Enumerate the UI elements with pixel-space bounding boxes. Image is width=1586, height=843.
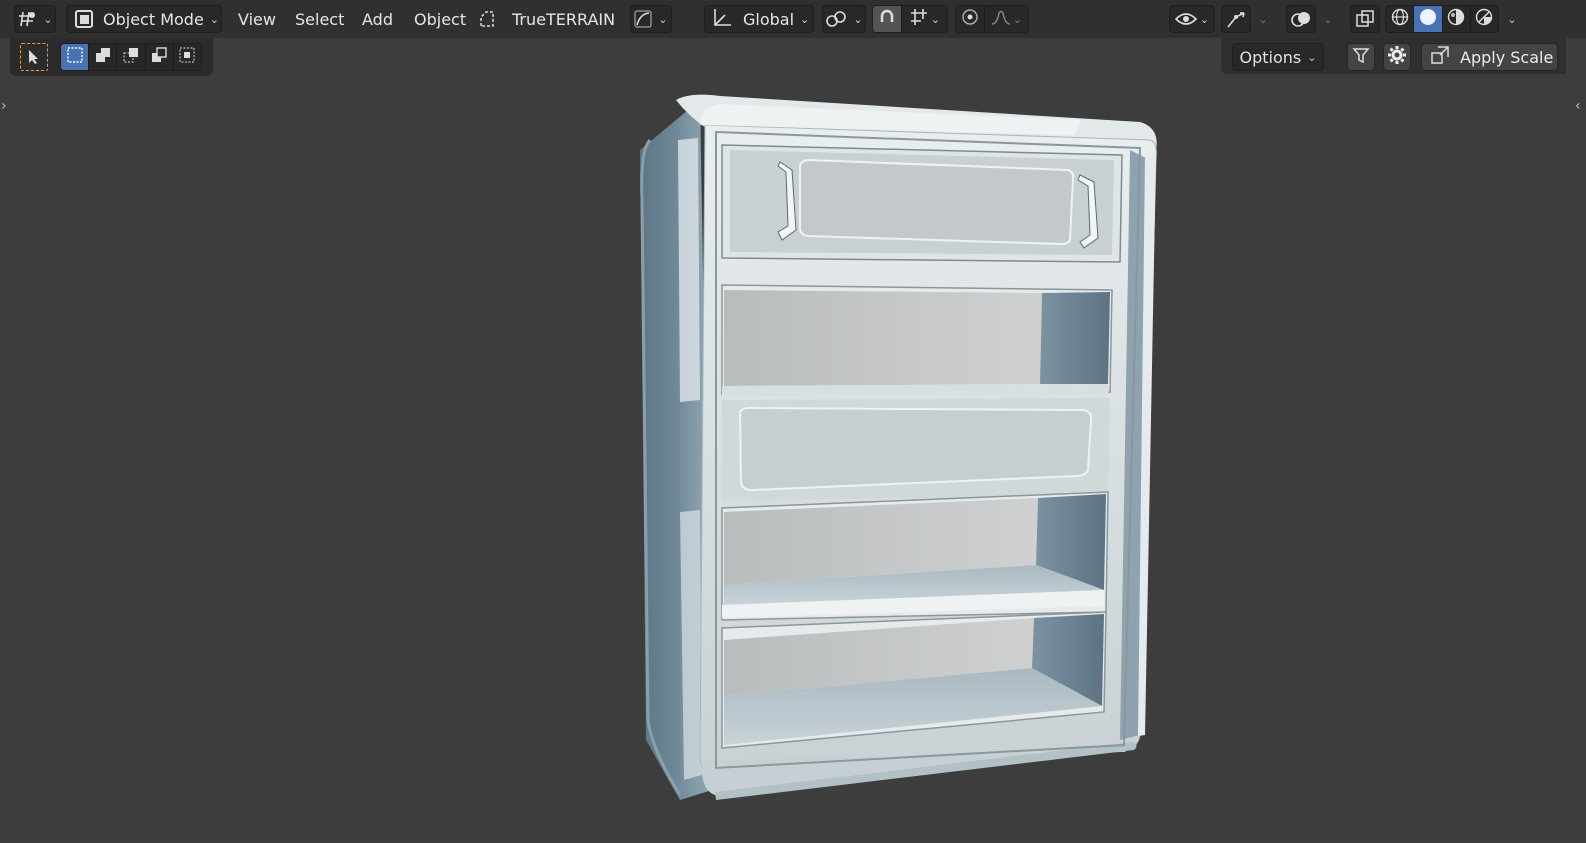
pivot-point-selector[interactable]: ⌄ (822, 5, 866, 33)
gizmo-toggle[interactable] (1221, 5, 1251, 33)
chevron-down-icon: ⌄ (853, 12, 863, 26)
gear-icon (1387, 45, 1407, 69)
options-label: Options (1239, 47, 1302, 67)
wireframe-sphere-icon (1391, 8, 1409, 30)
selection-mode-group (60, 43, 202, 71)
mode-selector[interactable]: Object Mode ⌄ (66, 5, 222, 33)
apply-scale-button[interactable]: Apply Scale (1421, 43, 1558, 71)
scale-icon (1430, 45, 1450, 69)
chevron-down-icon: ⌄ (1258, 12, 1268, 26)
chevron-down-icon: ⌄ (1199, 12, 1210, 26)
shelf-compartment-2 (721, 491, 1109, 621)
wireframe-shading-button[interactable] (1386, 6, 1415, 32)
magnet-icon (878, 8, 896, 30)
settings-button[interactable] (1383, 43, 1411, 71)
chevron-down-icon: ⌄ (658, 12, 668, 26)
select-new-icon (66, 46, 84, 68)
overlays-toggle[interactable] (1286, 5, 1316, 33)
shading-options-dropdown[interactable]: ⌄ (1502, 5, 1522, 33)
apply-scale-label: Apply Scale (1460, 47, 1554, 67)
snap-group: ⌄ (872, 5, 948, 33)
menu-view[interactable]: View (230, 5, 284, 33)
object-mode-icon (75, 10, 93, 28)
chevron-down-icon: ⌄ (1507, 12, 1517, 26)
snap-target-selector[interactable]: ⌄ (902, 6, 947, 32)
falloff-curve-icon (991, 9, 1011, 29)
editor-type-selector[interactable]: ⌄ (14, 5, 56, 33)
filter-button[interactable] (1347, 43, 1375, 71)
eye-icon (1174, 10, 1197, 28)
axis-icon (711, 7, 733, 31)
3d-viewport-icon (17, 10, 37, 28)
overlays-icon (1290, 9, 1312, 29)
intersect-selection-button[interactable] (174, 44, 201, 70)
xray-icon (1355, 9, 1375, 29)
snap-grid-icon (909, 7, 929, 31)
shelf-compartment-1 (721, 284, 1113, 396)
falloff-selector[interactable]: ⌄ (630, 5, 672, 33)
cursor-icon (27, 49, 41, 65)
link-icon (825, 9, 847, 29)
proportional-editing-group: ⌄ (955, 5, 1029, 33)
curve-icon (634, 10, 652, 28)
gizmo-dropdown[interactable]: ⌄ (1253, 5, 1273, 33)
set-new-selection-button[interactable] (61, 44, 90, 70)
options-dropdown[interactable]: Options ⌄ (1232, 43, 1324, 71)
select-invert-icon (150, 46, 168, 68)
transform-orientation-selector[interactable]: Global ⌄ (704, 5, 814, 33)
3d-viewport[interactable]: ⌄ Object Mode ⌄ View Select Add Object T… (0, 0, 1586, 843)
extend-selection-button[interactable] (89, 44, 118, 70)
toolbar-expand-arrow[interactable]: › (1, 98, 7, 114)
chevron-down-icon: ⌄ (43, 12, 53, 26)
material-sphere-icon (1447, 8, 1465, 30)
invert-selection-button[interactable] (146, 44, 174, 70)
rendered-shading-button[interactable] (1471, 6, 1498, 32)
proportional-falloff-selector[interactable]: ⌄ (985, 6, 1028, 32)
solid-sphere-icon (1419, 8, 1437, 30)
proportional-edit-icon (961, 8, 979, 30)
chevron-down-icon: ⌄ (930, 12, 940, 26)
snap-toggle[interactable] (873, 6, 902, 32)
menu-add[interactable]: Add (354, 5, 401, 33)
object-visibility-selector[interactable]: ⌄ (1169, 5, 1215, 33)
subtract-selection-button[interactable] (117, 44, 146, 70)
chevron-down-icon: ⌄ (1012, 12, 1022, 26)
xray-toggle[interactable] (1350, 5, 1380, 33)
menu-trueterrain[interactable]: TrueTERRAIN (504, 5, 623, 33)
chevron-down-icon: ⌄ (1323, 12, 1333, 26)
select-intersect-icon (178, 46, 196, 68)
chevron-down-icon: ⌄ (800, 12, 810, 26)
overlays-dropdown[interactable]: ⌄ (1318, 5, 1338, 33)
select-subtract-icon (122, 46, 140, 68)
sidebar-expand-arrow[interactable]: ‹ (1575, 98, 1581, 114)
menu-object[interactable]: Object (406, 5, 474, 33)
gizmo-icon (1225, 9, 1247, 29)
select-box-tool[interactable] (20, 43, 48, 71)
rendered-sphere-icon (1475, 8, 1493, 30)
shading-mode-group (1385, 5, 1499, 33)
mode-label: Object Mode (103, 9, 204, 29)
proportional-editing-toggle[interactable] (956, 6, 985, 32)
material-preview-button[interactable] (1443, 6, 1471, 32)
filter-icon (1352, 46, 1370, 68)
orientation-label: Global (743, 9, 795, 29)
trueterrain-icon[interactable] (476, 5, 498, 33)
select-extend-icon (94, 46, 112, 68)
chevron-down-icon: ⌄ (209, 12, 220, 26)
top-drawer (721, 144, 1123, 263)
solid-shading-button[interactable] (1414, 6, 1443, 32)
cabinet-model[interactable] (0, 0, 1586, 843)
chevron-down-icon: ⌄ (1307, 50, 1317, 64)
middle-panel (722, 398, 1110, 500)
menu-select[interactable]: Select (287, 5, 352, 33)
